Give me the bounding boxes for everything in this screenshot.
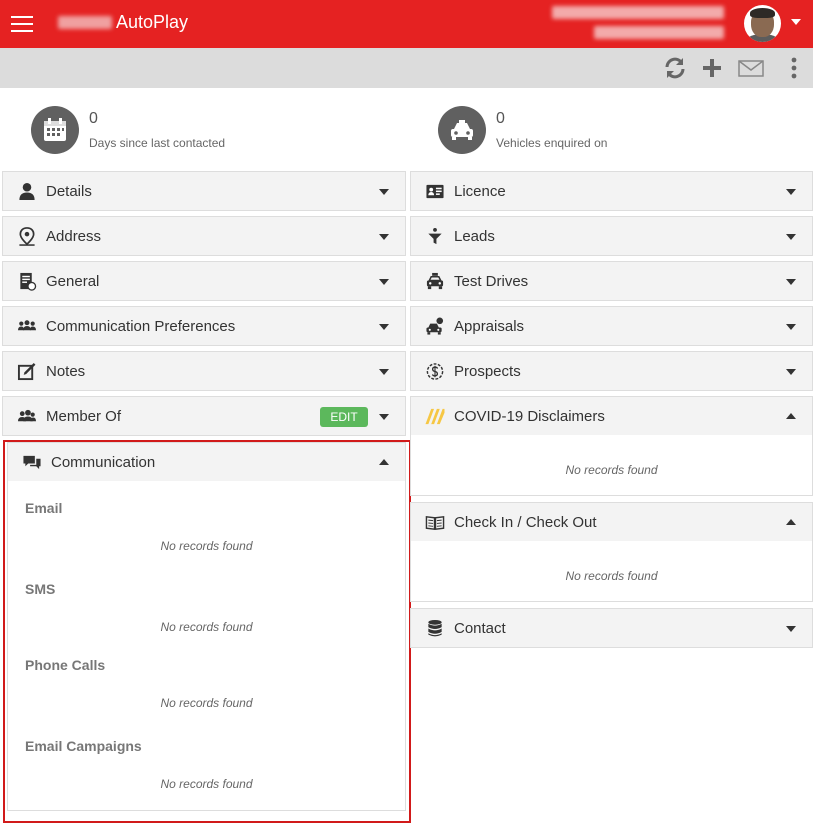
email-no-records: No records found (160, 539, 253, 553)
user-avatar[interactable] (744, 5, 781, 42)
car-dollar-icon (425, 317, 445, 336)
panel-prospects[interactable]: Prospects (410, 351, 813, 391)
panel-leads-title: Leads (454, 228, 495, 245)
panel-communication-title: Communication (51, 454, 156, 471)
panel-contact[interactable]: Contact (410, 608, 813, 648)
chevron-down-icon (786, 626, 796, 632)
panel-address[interactable]: Address (2, 216, 406, 256)
car-icon (438, 106, 486, 154)
days-since-contacted-value: 0 (89, 110, 98, 127)
chevron-down-icon (379, 279, 389, 285)
chevron-down-icon (786, 369, 796, 375)
chat-icon (22, 453, 42, 472)
dollar-circle-icon (425, 362, 445, 381)
refresh-icon[interactable] (662, 56, 688, 80)
chevron-down-icon (786, 189, 796, 195)
panel-member-of[interactable]: Member Of EDIT (2, 396, 406, 436)
phone-calls-no-records: No records found (160, 696, 253, 710)
person-icon (17, 182, 37, 201)
chevron-up-icon (786, 519, 796, 525)
email-icon[interactable] (738, 56, 764, 80)
panel-check-in-check-out-title: Check In / Check Out (454, 514, 597, 531)
panel-contact-title: Contact (454, 620, 506, 637)
sms-section-heading: SMS (25, 581, 56, 597)
edit-button[interactable]: EDIT (320, 407, 368, 427)
open-book-icon (425, 513, 445, 532)
user-menu-caret-icon[interactable] (791, 19, 801, 25)
covid-no-records: No records found (565, 463, 658, 477)
chevron-down-icon (786, 234, 796, 240)
days-since-contacted-label: Days since last contacted (89, 136, 226, 150)
document-icon (17, 272, 37, 291)
panel-covid-19-disclaimers-title: COVID-19 Disclaimers (454, 408, 605, 425)
panel-notes-title: Notes (46, 363, 86, 380)
top-bar: AutoPlay (0, 0, 813, 48)
chevron-down-icon (786, 324, 796, 330)
communication-body: Email No records found SMS No records fo… (7, 481, 406, 811)
calendar-icon (31, 106, 79, 154)
panel-licence[interactable]: Licence (410, 171, 813, 211)
panel-general-title: General (46, 273, 100, 290)
chevron-up-icon (379, 459, 389, 465)
more-vertical-icon[interactable] (784, 56, 804, 80)
database-icon (425, 619, 445, 638)
email-campaigns-section-heading: Email Campaigns (25, 738, 142, 754)
panel-communication[interactable]: Communication (7, 442, 406, 482)
warning-stripes-icon (425, 407, 445, 426)
sms-no-records: No records found (160, 620, 253, 634)
chevron-down-icon (379, 369, 389, 375)
panel-notes[interactable]: Notes (2, 351, 406, 391)
panel-licence-title: Licence (454, 183, 506, 200)
panel-address-title: Address (46, 228, 102, 245)
panel-check-in-check-out[interactable]: Check In / Check Out (410, 502, 813, 542)
chevron-up-icon (786, 413, 796, 419)
funnel-icon (425, 227, 445, 246)
chevron-down-icon (379, 234, 389, 240)
vehicles-enquired-value: 0 (496, 110, 505, 127)
panel-communication-preferences-title: Communication Preferences (46, 318, 236, 335)
stat-days-since-contacted: 0 Days since last contacted (31, 106, 291, 158)
panel-general[interactable]: General (2, 261, 406, 301)
phone-calls-section-heading: Phone Calls (25, 657, 106, 673)
panel-appraisals[interactable]: Appraisals (410, 306, 813, 346)
check-in-check-out-body: No records found (410, 541, 813, 602)
panel-test-drives[interactable]: Test Drives (410, 261, 813, 301)
panel-appraisals-title: Appraisals (454, 318, 525, 335)
hamburger-menu-icon[interactable] (10, 12, 36, 36)
panel-covid-19-disclaimers[interactable]: COVID-19 Disclaimers (410, 396, 813, 436)
brand-name-redacted (58, 16, 112, 29)
action-toolbar (0, 48, 813, 88)
panel-details-title: Details (46, 183, 92, 200)
panel-details[interactable]: Details (2, 171, 406, 211)
app-title: AutoPlay (116, 12, 189, 32)
chevron-down-icon (786, 279, 796, 285)
check-in-no-records: No records found (565, 569, 658, 583)
group-icon (17, 317, 37, 336)
chevron-down-icon (379, 189, 389, 195)
chevron-down-icon (379, 414, 389, 420)
panel-leads[interactable]: Leads (410, 216, 813, 256)
panel-member-of-title: Member Of (46, 408, 122, 425)
map-pin-icon (17, 227, 37, 246)
id-card-icon (425, 182, 445, 201)
taxi-icon (425, 272, 445, 291)
vehicles-enquired-label: Vehicles enquired on (496, 136, 608, 150)
covid-disclaimers-body: No records found (410, 435, 813, 496)
user-email-redacted (594, 26, 724, 39)
panel-prospects-title: Prospects (454, 363, 521, 380)
stat-vehicles-enquired: 0 Vehicles enquired on (438, 106, 698, 158)
users-icon (17, 407, 37, 426)
edit-note-icon (17, 362, 37, 381)
panel-communication-preferences[interactable]: Communication Preferences (2, 306, 406, 346)
email-section-heading: Email (25, 500, 63, 516)
chevron-down-icon (379, 324, 389, 330)
panel-test-drives-title: Test Drives (454, 273, 529, 290)
user-name-redacted (552, 6, 724, 19)
add-icon[interactable] (699, 56, 725, 80)
email-campaigns-no-records: No records found (160, 777, 253, 791)
